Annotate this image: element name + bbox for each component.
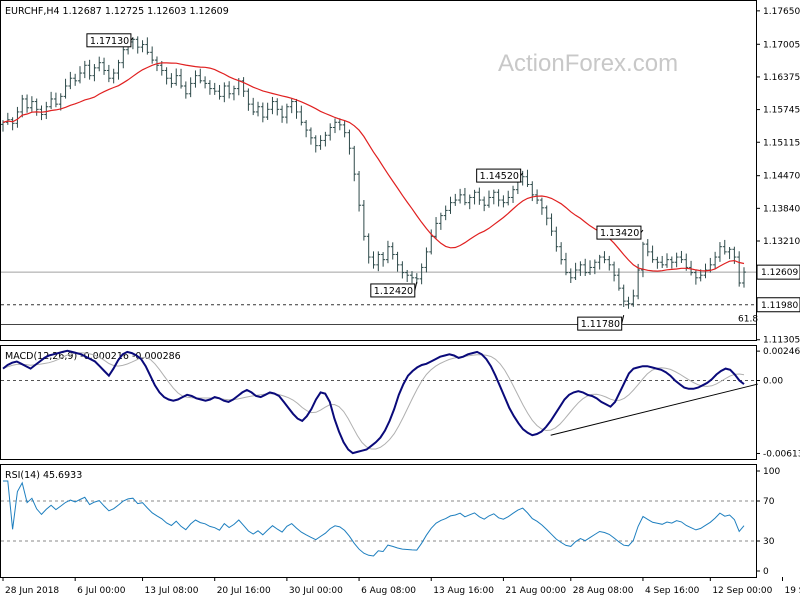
price-axis: 1.17650 1.17005 1.16375 1.15745 1.15115 1.144… xyxy=(756,7,800,346)
time-tick-label: 21 Aug 00:00 xyxy=(505,586,566,596)
rsi-tick-label: 0 xyxy=(763,567,769,577)
price-annotation-label: 1.11780 xyxy=(581,319,620,330)
time-tick-label: 13 Jul 08:00 xyxy=(145,586,199,596)
price-tick-label: 1.11305 xyxy=(763,336,800,346)
time-tick-label: 28 Jun 2018 xyxy=(5,586,59,596)
watermark: ActionForex.com xyxy=(498,50,678,77)
time-tick-label: 6 Aug 08:00 xyxy=(361,586,416,596)
time-tick-label: 30 Jul 00:00 xyxy=(289,586,343,596)
rsi-panel xyxy=(0,464,757,578)
price-tick-label: 1.17650 xyxy=(763,7,800,17)
price-tick-label: 1.14470 xyxy=(763,172,800,182)
time-axis: 28 Jun 2018 6 Jul 00:00 13 Jul 08:00 20 Jul… xyxy=(2,577,800,596)
time-tick-label: 19 Sep 08:00 xyxy=(784,586,800,596)
price-tick-label: 1.13210 xyxy=(763,237,800,247)
time-tick-label: 12 Sep 00:00 xyxy=(712,586,772,596)
fib-level-label: 61.8 xyxy=(738,314,758,324)
price-tick-label: 1.17005 xyxy=(763,40,800,50)
price-tick-label: 1.16375 xyxy=(763,73,800,83)
price-tick-label: 1.15745 xyxy=(763,106,800,116)
price-annotation-label: 1.14520 xyxy=(480,171,519,182)
chart-canvas: ActionForex.com EURCHF,H4 1.12687 1.1272… xyxy=(0,0,800,596)
macd-tick-label: -0.006136 xyxy=(763,449,800,459)
time-tick-label: 6 Jul 00:00 xyxy=(77,586,126,596)
macd-tick-label: 0.002469 xyxy=(763,347,800,357)
price-annotation-label: 1.12420 xyxy=(374,286,413,297)
macd-panel xyxy=(0,345,757,460)
current-price-label: 1.12609 xyxy=(761,268,798,278)
support-level-label: 1.11980 xyxy=(761,301,798,311)
rsi-tick-label: 30 xyxy=(763,537,775,547)
price-annotation-label: 1.17130 xyxy=(90,36,129,47)
symbol-header: EURCHF,H4 1.12687 1.12725 1.12603 1.1260… xyxy=(5,6,229,17)
time-tick-label: 13 Aug 16:00 xyxy=(433,586,494,596)
rsi-tick-label: 70 xyxy=(763,497,775,507)
price-tick-label: 1.13840 xyxy=(763,204,800,214)
rsi-header: RSI(14) 45.6933 xyxy=(5,470,82,481)
macd-tick-label: 0.00 xyxy=(763,376,783,386)
time-tick-label: 28 Aug 08:00 xyxy=(573,586,634,596)
time-tick-label: 4 Sep 16:00 xyxy=(645,586,700,596)
price-tick-label: 1.15115 xyxy=(763,138,800,148)
price-annotation-label: 1.13420 xyxy=(600,228,639,239)
time-tick-label: 20 Jul 16:00 xyxy=(217,586,271,596)
rsi-tick-label: 100 xyxy=(763,467,780,477)
